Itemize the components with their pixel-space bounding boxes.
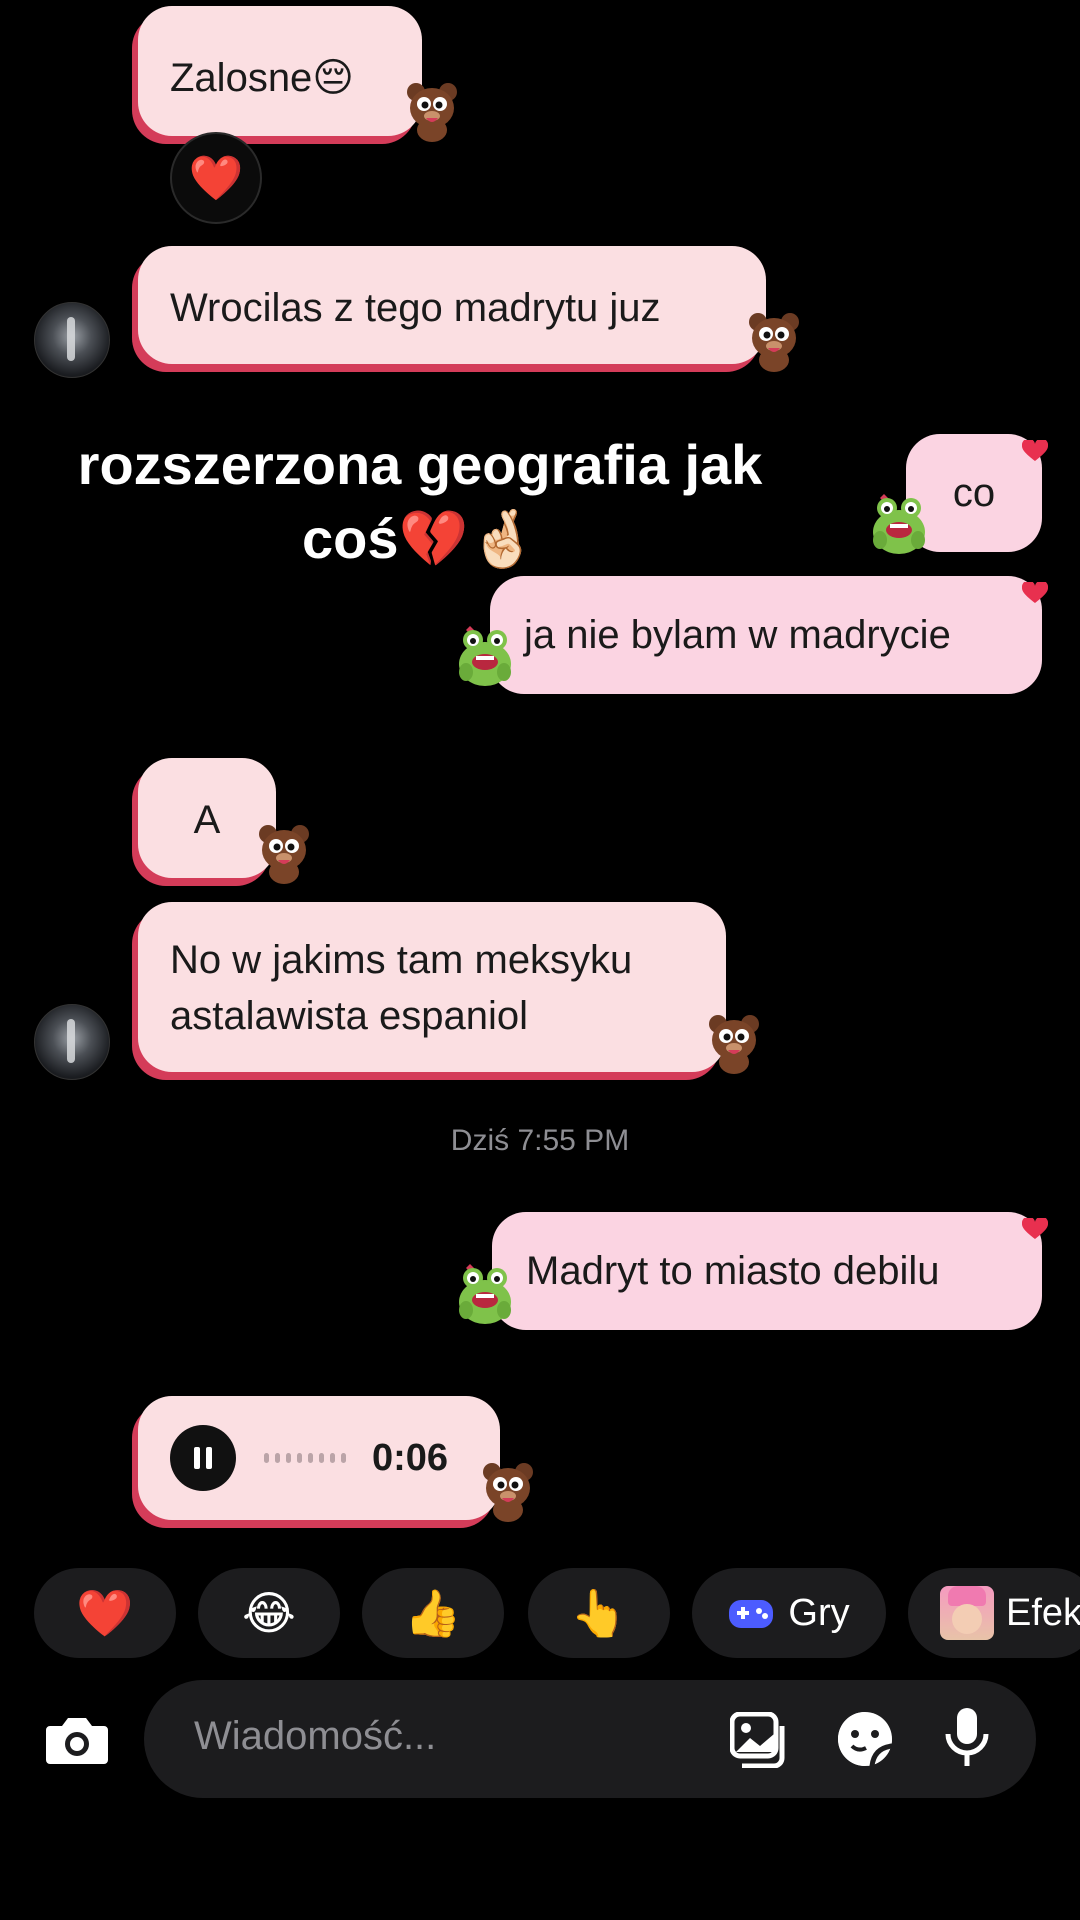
gallery-icon[interactable]: [730, 1712, 788, 1768]
caption-line-2: coś💔🤞🏻: [302, 507, 538, 570]
message-reaction[interactable]: ❤️: [170, 132, 262, 224]
pause-button[interactable]: [170, 1425, 236, 1491]
message-input[interactable]: Wiadomość...: [144, 1680, 1036, 1798]
heart-reaction-icon: ❤️: [188, 154, 244, 203]
bear-sticker-icon: [706, 1012, 762, 1074]
message-bubble-outgoing[interactable]: ja nie bylam w madrycie: [490, 576, 1042, 694]
thumbs-up-icon: 👍: [404, 1586, 462, 1639]
message-text: Madryt to miasto debilu: [526, 1249, 940, 1293]
bear-sticker-icon: [746, 310, 802, 372]
message-bubble-incoming[interactable]: Zalosne😔: [138, 6, 422, 136]
message-text-line: No w jakims tam meksyku: [170, 938, 633, 982]
camera-button[interactable]: [44, 1714, 110, 1766]
pointing-hand-icon: 👆: [570, 1586, 628, 1639]
bear-sticker-icon: [480, 1460, 536, 1522]
heart-icon: ❤️: [76, 1586, 134, 1639]
effects-avatar-icon: [940, 1586, 994, 1640]
message-text: co: [952, 471, 996, 515]
message-text: A: [193, 798, 221, 842]
quick-reaction-point[interactable]: 👆: [528, 1568, 670, 1658]
voice-duration: 0:06: [372, 1437, 449, 1479]
message-text: Wrocilas z tego madrytu juz: [170, 286, 661, 330]
video-caption-overlay: rozszerzona geografia jak coś💔🤞🏻: [20, 428, 820, 576]
microphone-icon[interactable]: [944, 1706, 990, 1770]
sticker-icon[interactable]: [836, 1710, 894, 1768]
message-bubble-outgoing[interactable]: Madryt to miasto debilu: [492, 1212, 1042, 1330]
voice-message-bubble[interactable]: 0:06: [138, 1396, 500, 1520]
message-text-line: astalawista espaniol: [170, 994, 528, 1038]
heart-badge-icon: [1022, 582, 1048, 604]
games-label: Gry: [788, 1591, 850, 1634]
frog-sticker-icon: [870, 492, 928, 556]
message-text: Zalosne😔: [170, 56, 355, 100]
camera-icon: [46, 1718, 108, 1764]
frog-sticker-icon: [456, 1262, 514, 1326]
gamepad-icon: [729, 1600, 774, 1628]
message-text: ja nie bylam w madrycie: [524, 613, 951, 657]
quick-reaction-laugh[interactable]: 😂: [198, 1568, 340, 1658]
games-button[interactable]: Gry: [692, 1568, 886, 1658]
message-input-placeholder: Wiadomość...: [194, 1714, 437, 1758]
bear-sticker-icon: [404, 80, 460, 142]
timestamp: Dziś 7:55 PM: [450, 1124, 630, 1157]
message-bubble-incoming[interactable]: No w jakims tam meksyku astalawista espa…: [138, 902, 726, 1072]
effects-button[interactable]: Efek: [908, 1568, 1080, 1658]
quick-reaction-heart[interactable]: ❤️: [34, 1568, 176, 1658]
waveform[interactable]: [264, 1453, 346, 1463]
bear-sticker-icon: [256, 822, 312, 884]
heart-badge-icon: [1022, 440, 1048, 462]
heart-badge-icon: [1022, 1218, 1048, 1240]
quick-reaction-thumbs-up[interactable]: 👍: [362, 1568, 504, 1658]
avatar[interactable]: [34, 302, 110, 378]
avatar[interactable]: [34, 1004, 110, 1080]
message-bubble-incoming[interactable]: Wrocilas z tego madrytu juz: [138, 246, 766, 364]
laughing-emoji-icon: 😂: [242, 1587, 296, 1639]
effects-label: Efek: [1006, 1591, 1080, 1634]
pause-icon: [194, 1447, 212, 1469]
frog-sticker-icon: [456, 624, 514, 688]
caption-line-1: rozszerzona geografia jak: [77, 433, 763, 496]
